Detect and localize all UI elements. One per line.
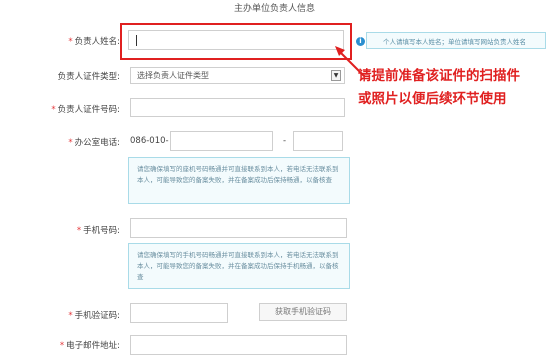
annotation-text-line2: 或照片以便后续环节使用 bbox=[358, 91, 507, 107]
email-label-text: 电子邮件地址: bbox=[66, 341, 120, 351]
mobile-label-text: 手机号码: bbox=[83, 226, 120, 236]
required-mark: * bbox=[59, 341, 65, 351]
mobile-label: * 手机号码: bbox=[10, 224, 120, 236]
get-sms-code-button[interactable]: 获取手机验证码 bbox=[259, 303, 347, 321]
office-phone-tip: 请您确保填写的座机号码畅通并可直接联系到本人，若电话无法联系到本人，可能导致您的… bbox=[128, 157, 350, 204]
office-phone-separator: - bbox=[283, 136, 287, 146]
name-input[interactable] bbox=[128, 30, 344, 50]
sms-code-label-text: 手机验证码: bbox=[74, 311, 120, 321]
id-number-input[interactable] bbox=[130, 98, 345, 117]
id-type-label: 负责人证件类型: bbox=[57, 72, 120, 82]
required-mark: * bbox=[51, 105, 56, 115]
required-mark: * bbox=[68, 311, 73, 321]
mobile-tip: 请您确保填写的手机号码畅通并可直接联系到本人，若电话无法联系到本人，可能导致您的… bbox=[128, 243, 350, 289]
id-type-selected: 选择负责人证件类型 bbox=[137, 71, 209, 80]
text-cursor bbox=[136, 35, 137, 46]
required-mark: * bbox=[68, 37, 73, 47]
office-phone-ext-input[interactable] bbox=[293, 131, 343, 151]
id-type-select[interactable]: 选择负责人证件类型 ▼ bbox=[130, 67, 345, 84]
email-input[interactable] bbox=[130, 335, 347, 355]
name-label: * 负责人姓名: bbox=[10, 35, 120, 47]
sms-code-input[interactable] bbox=[130, 303, 228, 323]
office-phone-prefix: 086-010- bbox=[130, 136, 169, 146]
office-phone-label: * 办公室电话: bbox=[10, 136, 120, 148]
name-label-text: 负责人姓名: bbox=[74, 37, 120, 47]
page-title: 主办单位负责人信息 bbox=[233, 4, 315, 14]
email-label: * 电子邮件地址: bbox=[10, 339, 120, 351]
annotation-text-line1: 请提前准备该证件的扫描件 bbox=[358, 68, 520, 84]
name-hint: 个人请填写本人姓名；单位请填写网站负责人姓名 bbox=[366, 32, 546, 49]
office-phone-number-input[interactable] bbox=[170, 131, 273, 151]
sms-code-label: * 手机验证码: bbox=[10, 309, 120, 321]
id-number-label-text: 负责人证件号码: bbox=[57, 105, 120, 115]
id-number-label: * 负责人证件号码: bbox=[10, 103, 120, 115]
office-phone-label-text: 办公室电话: bbox=[74, 138, 120, 148]
required-mark: * bbox=[68, 138, 73, 148]
mobile-input[interactable] bbox=[130, 218, 347, 238]
required-mark: * bbox=[76, 226, 82, 236]
